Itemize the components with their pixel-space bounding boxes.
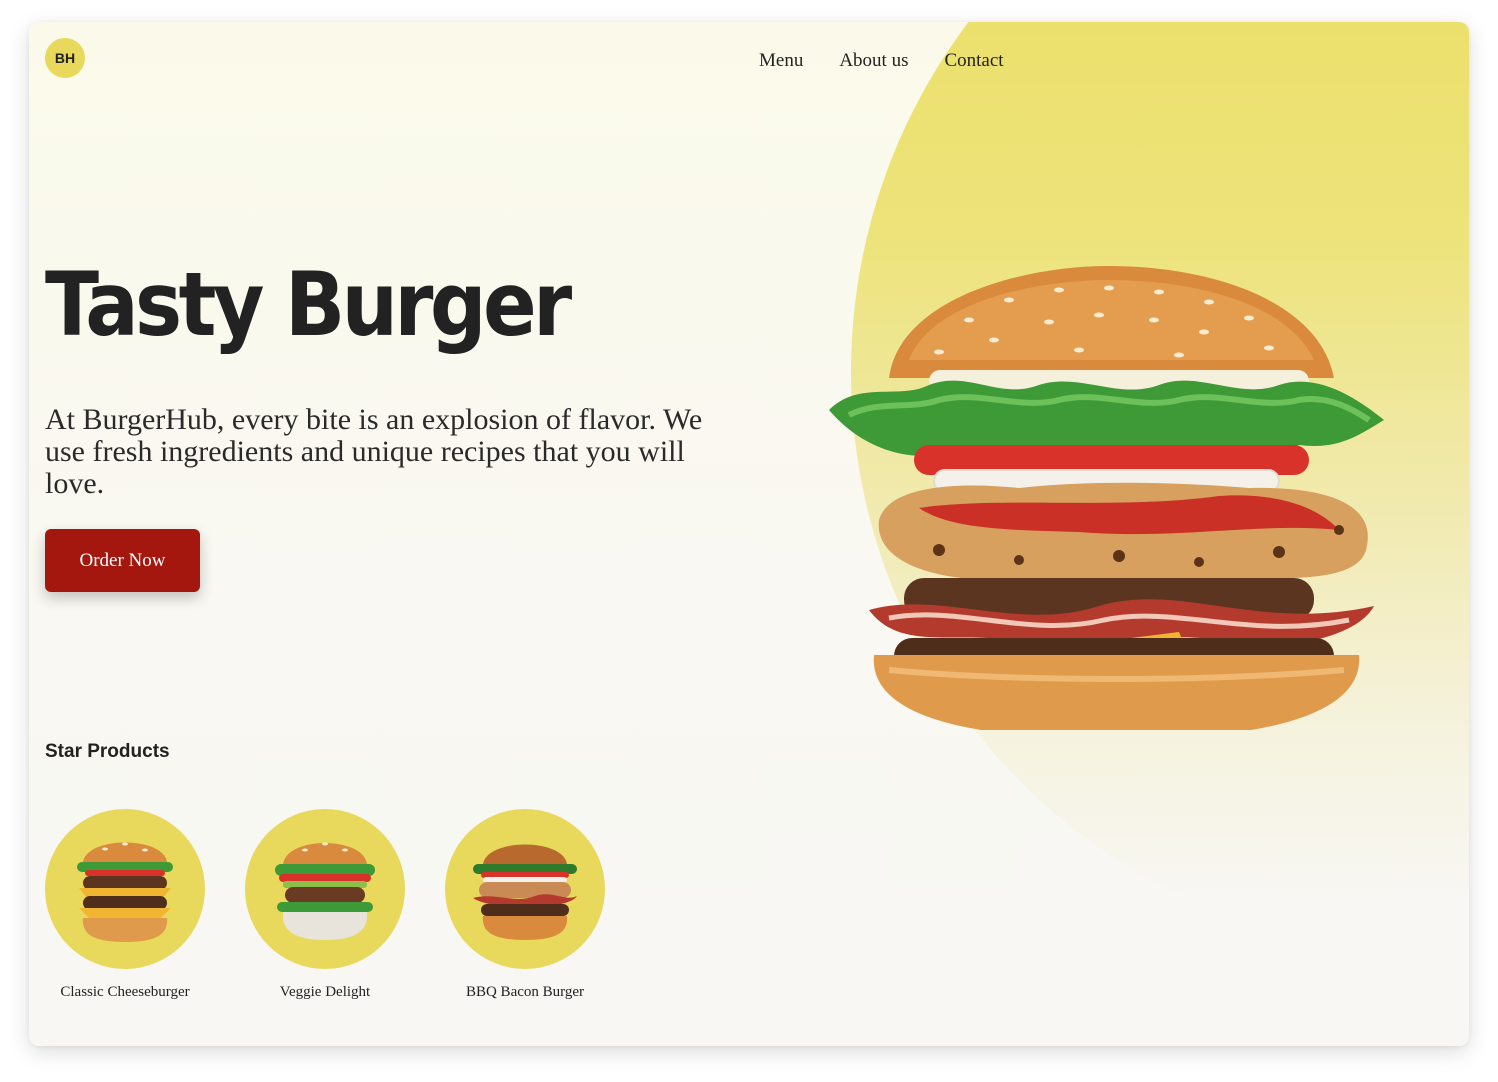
hero-description: At BurgerHub, every bite is an explosion… [45, 403, 703, 500]
nav-item-about-us[interactable]: About us [839, 50, 908, 72]
product-card[interactable]: Classic Cheeseburger [45, 809, 205, 1001]
hero-title: Tasty Burger [45, 253, 572, 356]
product-card[interactable]: Veggie Delight [245, 809, 405, 1001]
bacon-burger-icon [473, 844, 577, 940]
cheeseburger-icon [77, 842, 173, 942]
product-name: Veggie Delight [279, 984, 371, 1000]
veggie-burger-icon [275, 842, 375, 940]
veggie-burger-image[interactable] [245, 809, 405, 969]
order-now-button[interactable]: Order Now [45, 529, 200, 592]
nav-item-menu[interactable]: Menu [759, 50, 803, 72]
product-card[interactable]: BBQ Bacon Burger [445, 809, 605, 1001]
main-nav: Menu About us Contact [759, 50, 1004, 72]
burger-image [829, 266, 1384, 730]
cheeseburger-image[interactable] [45, 809, 205, 969]
bacon-burger-image[interactable] [445, 809, 605, 969]
product-name: Classic Cheeseburger [60, 984, 190, 1000]
star-products-title: Star Products [45, 741, 170, 762]
star-products-list: Classic Cheeseburger Veggie Delight BBQ … [45, 809, 605, 1001]
page-card: BH Menu About us Contact Tasty Burger At… [29, 22, 1469, 1046]
brand-logo[interactable]: BH [45, 38, 85, 78]
product-name: BBQ Bacon Burger [465, 984, 585, 1000]
nav-item-contact[interactable]: Contact [944, 50, 1003, 72]
